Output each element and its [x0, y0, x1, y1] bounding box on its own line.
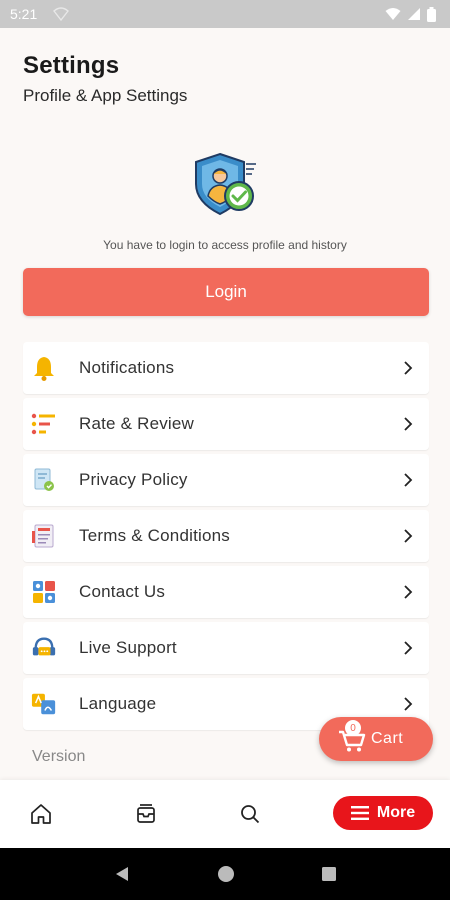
headset-icon — [31, 635, 57, 661]
login-button[interactable]: Login — [23, 268, 429, 316]
menu-item-privacy-policy[interactable]: Privacy Policy — [23, 454, 429, 506]
status-time: 5:21 — [10, 6, 38, 22]
menu-label-contact-us: Contact Us — [79, 582, 166, 601]
chevron-right-icon — [404, 529, 413, 543]
login-message: You have to login to access profile and … — [103, 238, 347, 252]
menu-label-language: Language — [79, 694, 157, 713]
privacy-policy-icon — [31, 467, 57, 493]
bell-icon — [31, 355, 57, 381]
cart-button[interactable]: 0 Cart — [319, 717, 433, 761]
page-title: Settings — [23, 52, 120, 79]
chevron-right-icon — [404, 697, 413, 711]
cart-icon-wrap: 0 — [337, 720, 367, 754]
menu-label-privacy-policy: Privacy Policy — [79, 470, 188, 489]
back-icon[interactable] — [113, 865, 131, 883]
cart-label: Cart — [371, 730, 404, 747]
battery-icon — [427, 6, 436, 22]
search-icon[interactable] — [238, 802, 262, 826]
wifi-off-icon — [53, 7, 70, 21]
orders-icon[interactable] — [134, 802, 158, 826]
menu-label-live-support: Live Support — [79, 638, 177, 657]
chevron-right-icon — [404, 585, 413, 599]
menu-item-terms-conditions[interactable]: Terms & Conditions — [23, 510, 429, 562]
menu-icon — [350, 806, 369, 820]
cart-count-badge: 0 — [345, 720, 361, 736]
status-bar: 5:21 — [0, 0, 450, 28]
chevron-right-icon — [404, 473, 413, 487]
menu-label-notifications: Notifications — [79, 358, 175, 377]
menu-label-terms-conditions: Terms & Conditions — [79, 526, 230, 545]
more-label: More — [376, 804, 416, 821]
bottom-nav: More — [0, 780, 450, 848]
menu-item-live-support[interactable]: Live Support — [23, 622, 429, 674]
menu-item-rate-review[interactable]: Rate & Review — [23, 398, 429, 450]
contact-icon — [31, 579, 57, 605]
more-button[interactable]: More — [333, 796, 433, 830]
chevron-right-icon — [404, 417, 413, 431]
settings-menu: Notifications Rate & Review Privacy Poli… — [23, 342, 429, 734]
wifi-icon — [385, 8, 401, 20]
chevron-right-icon — [404, 641, 413, 655]
language-icon — [31, 691, 57, 717]
page-subtitle: Profile & App Settings — [23, 86, 188, 105]
menu-label-rate-review: Rate & Review — [79, 414, 195, 433]
header: Settings Profile & App Settings — [23, 52, 187, 106]
home-icon[interactable] — [29, 802, 53, 826]
home-circle-icon[interactable] — [217, 865, 235, 883]
recents-icon[interactable] — [321, 866, 337, 882]
system-nav-bar — [0, 848, 450, 900]
rate-review-icon — [31, 411, 57, 437]
terms-icon — [31, 523, 57, 549]
menu-item-notifications[interactable]: Notifications — [23, 342, 429, 394]
secure-profile-illustration — [195, 152, 256, 216]
signal-icon — [408, 8, 420, 20]
version-label: Version — [32, 748, 86, 765]
chevron-right-icon — [404, 361, 413, 375]
menu-item-contact-us[interactable]: Contact Us — [23, 566, 429, 618]
